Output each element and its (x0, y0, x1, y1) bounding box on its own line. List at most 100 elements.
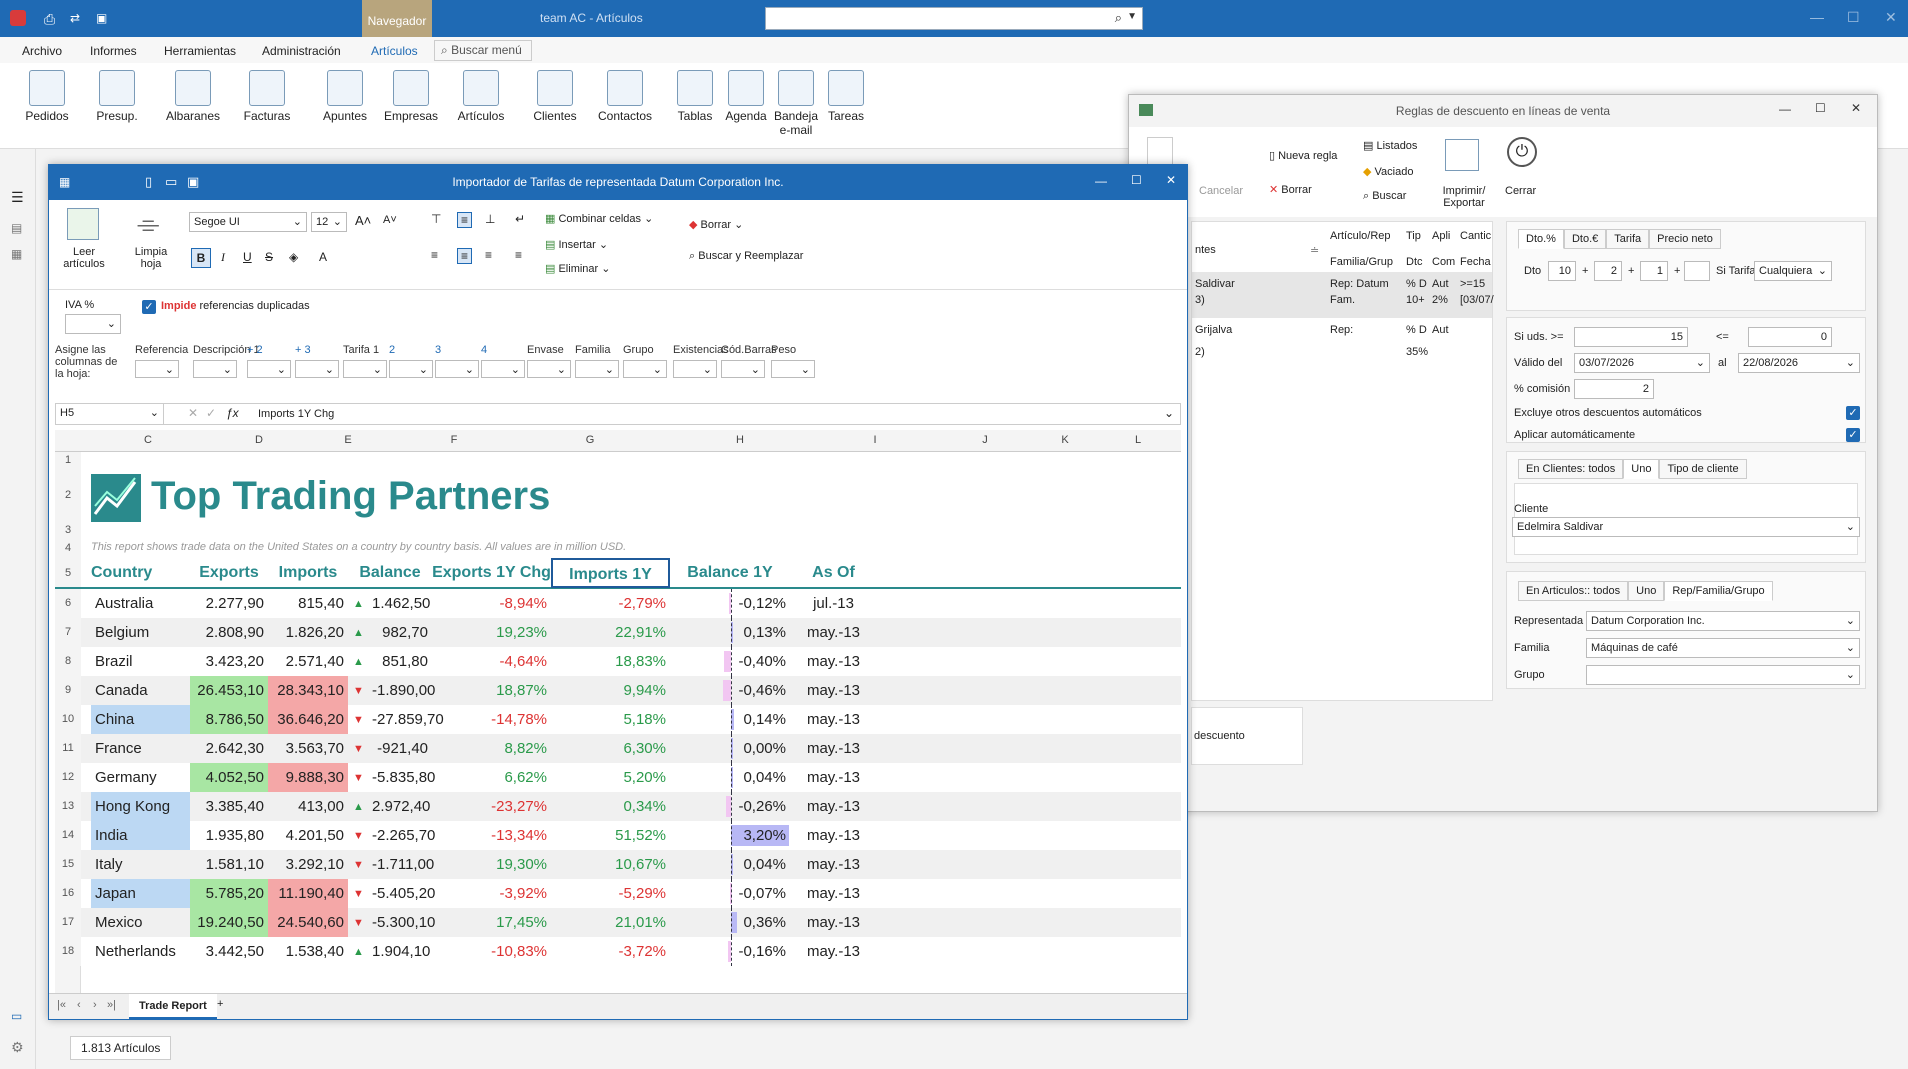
cell-exports-chg[interactable]: -4,64% (432, 647, 551, 676)
tabs1-tab-1[interactable]: Dto.€ (1563, 229, 1607, 249)
header-cell[interactable]: As Of (790, 558, 877, 588)
ribbon-3-button[interactable]: Facturas (232, 70, 302, 123)
grupo-select[interactable]: ⌄ (1586, 665, 1860, 685)
row-number[interactable]: 7 (55, 618, 81, 647)
si-uds-input[interactable]: 15 (1574, 327, 1688, 347)
cell-exports[interactable]: 26.453,10 (190, 676, 268, 705)
cell-exports-chg[interactable]: -23,27% (432, 792, 551, 821)
imprimir-button[interactable]: Imprimir/ Exportar (1435, 185, 1493, 209)
nueva-regla-button[interactable]: ▯ Nueva regla (1269, 149, 1337, 162)
row-number[interactable]: 3 (55, 523, 81, 538)
row-number[interactable]: 18 (55, 937, 81, 966)
cell-exports-chg[interactable]: 8,82% (432, 734, 551, 763)
cell-reference-box[interactable]: H5 ⌄ (56, 404, 164, 424)
row-number[interactable]: 14 (55, 821, 81, 850)
window-icon[interactable]: ▣ (96, 11, 107, 25)
field-select-8[interactable]: ⌄ (527, 360, 571, 378)
cell-balance[interactable]: -1.890,00 (368, 676, 435, 705)
dto-input-1[interactable]: 10 (1548, 261, 1576, 281)
cell-as-of[interactable]: jul.-13 (790, 589, 877, 618)
cell-imports[interactable]: 3.563,70 (268, 734, 348, 763)
header-cell[interactable]: Country (91, 558, 190, 588)
row-number[interactable]: 16 (55, 879, 81, 908)
close-button[interactable]: ✕ (1885, 9, 1897, 26)
header-cell[interactable]: Balance 1Y Chg (670, 558, 790, 611)
menu-informes[interactable]: Informes (90, 44, 137, 58)
align-left-icon[interactable]: ≡ (431, 248, 438, 262)
limpia-hoja-button[interactable]: Limpia hoja (131, 246, 171, 270)
align-bottom-icon[interactable]: ⊥ (485, 212, 495, 226)
cell-as-of[interactable]: may.-13 (790, 734, 877, 763)
cell-balance-chg[interactable]: -0,40% (715, 647, 790, 676)
size-select[interactable]: 12 ⌄ (311, 212, 347, 232)
table-row[interactable]: 7 Belgium 2.808,90 1.826,20 ▲ 982,70 19,23% 22,… (55, 618, 1181, 647)
table-row[interactable]: 6 Australia 2.277,90 815,40 ▲ 1.462,50 -8,94% -… (55, 589, 1181, 618)
excluye-checkbox[interactable]: ✓ (1846, 406, 1860, 420)
rules-minimize-button[interactable]: — (1779, 102, 1791, 116)
menu-articulos[interactable]: Artículos (371, 44, 418, 58)
cell-country[interactable]: Canada (91, 676, 190, 705)
row-number[interactable]: 12 (55, 763, 81, 792)
dto-input-4[interactable] (1684, 261, 1710, 281)
cell-country[interactable]: India (91, 821, 190, 850)
listados-button[interactable]: ▤ Listados (1363, 139, 1417, 152)
row-number[interactable]: 4 (55, 538, 81, 558)
cell-balance[interactable]: 1.462,50 (368, 589, 432, 618)
cell-as-of[interactable]: may.-13 (790, 879, 877, 908)
table-row[interactable]: 17 Mexico 19.240,50 24.540,60 ▼ -5.300,10 17,4… (55, 908, 1181, 937)
field-select-6[interactable]: ⌄ (435, 360, 479, 378)
cell-as-of[interactable]: may.-13 (790, 792, 877, 821)
importer-maximize-button[interactable]: ☐ (1131, 173, 1142, 187)
cell-imports[interactable]: 815,40 (268, 589, 348, 618)
field-select-10[interactable]: ⌄ (623, 360, 667, 378)
sheet-tab-trade-report[interactable]: Trade Report (129, 994, 217, 1019)
cell-balance-chg[interactable]: -0,46% (715, 676, 790, 705)
ribbon-8-button[interactable]: Contactos (590, 70, 660, 123)
row-number[interactable]: 11 (55, 734, 81, 763)
table-row[interactable]: 15 Italy 1.581,10 3.292,10 ▼ -1.711,00 19,30% 1… (55, 850, 1181, 879)
menu-archivo[interactable]: Archivo (22, 44, 62, 58)
cell-imports[interactable]: 2.571,40 (268, 647, 348, 676)
ribbon-12-button[interactable]: Tareas (820, 70, 872, 123)
cancelar-button[interactable]: Cancelar (1199, 185, 1243, 197)
align-middle-icon[interactable]: ≡ (457, 212, 473, 228)
cell-imports-chg[interactable]: 22,91% (551, 618, 670, 647)
cell-imports[interactable]: 11.190,40 (268, 879, 348, 908)
cell-balance-chg[interactable]: -0,12% (715, 589, 790, 618)
cell-balance[interactable]: -5.405,20 (368, 879, 435, 908)
row-number[interactable]: 10 (55, 705, 81, 734)
table-row[interactable]: 16 Japan 5.785,20 11.190,40 ▼ -5.405,20 -3,92%… (55, 879, 1181, 908)
cell-balance-chg[interactable]: 0,04% (715, 850, 790, 879)
field-select-0[interactable]: ⌄ (135, 360, 179, 378)
formula-input[interactable]: Imports 1Y Chg (258, 408, 334, 420)
underline-button[interactable]: U (243, 250, 252, 264)
grow-font-icon[interactable]: A˄ (355, 213, 371, 228)
cell-exports-chg[interactable]: -3,92% (432, 879, 551, 908)
field-select-7[interactable]: ⌄ (481, 360, 525, 378)
cell-exports[interactable]: 2.808,90 (190, 618, 268, 647)
cell-country[interactable]: Hong Kong (91, 792, 190, 821)
cell-exports-chg[interactable]: -14,78% (432, 705, 551, 734)
valido-from-input[interactable]: 03/07/2026 ⌄ (1574, 353, 1710, 373)
ribbon-1-button[interactable]: Presup. (82, 70, 152, 123)
field-select-3[interactable]: ⌄ (295, 360, 339, 378)
buscar-reemplazar-button[interactable]: ⌕ Buscar y Reemplazar (689, 250, 803, 263)
cell-exports[interactable]: 2.642,30 (190, 734, 268, 763)
add-sheet-icon[interactable]: + (217, 998, 223, 1010)
row-number[interactable]: 2 (55, 468, 81, 523)
fill-color-icon[interactable]: ◈ (289, 250, 298, 264)
new-doc-icon[interactable]: ▯ (145, 174, 152, 190)
cell-country[interactable]: Australia (91, 589, 190, 618)
field-select-1[interactable]: ⌄ (193, 360, 237, 378)
align-center-icon[interactable]: ≡ (457, 248, 473, 264)
strike-button[interactable]: S (265, 250, 273, 264)
eliminar-button[interactable]: ▤ Eliminar ⌄ (545, 262, 610, 275)
cell-country[interactable]: Belgium (91, 618, 190, 647)
cell-balance-chg[interactable]: 0,14% (715, 705, 790, 734)
cell-as-of[interactable]: may.-13 (790, 821, 877, 850)
open-folder-icon[interactable]: ▭ (165, 174, 177, 190)
table-row[interactable]: 11 France 2.642,30 3.563,70 ▼ -921,40 8,82% 6,3… (55, 734, 1181, 763)
grid-icon[interactable]: ▦ (11, 247, 22, 261)
tabs1-tab-3[interactable]: Precio neto (1649, 229, 1721, 249)
header-cell[interactable]: Imports 1Y Chg (551, 558, 670, 613)
